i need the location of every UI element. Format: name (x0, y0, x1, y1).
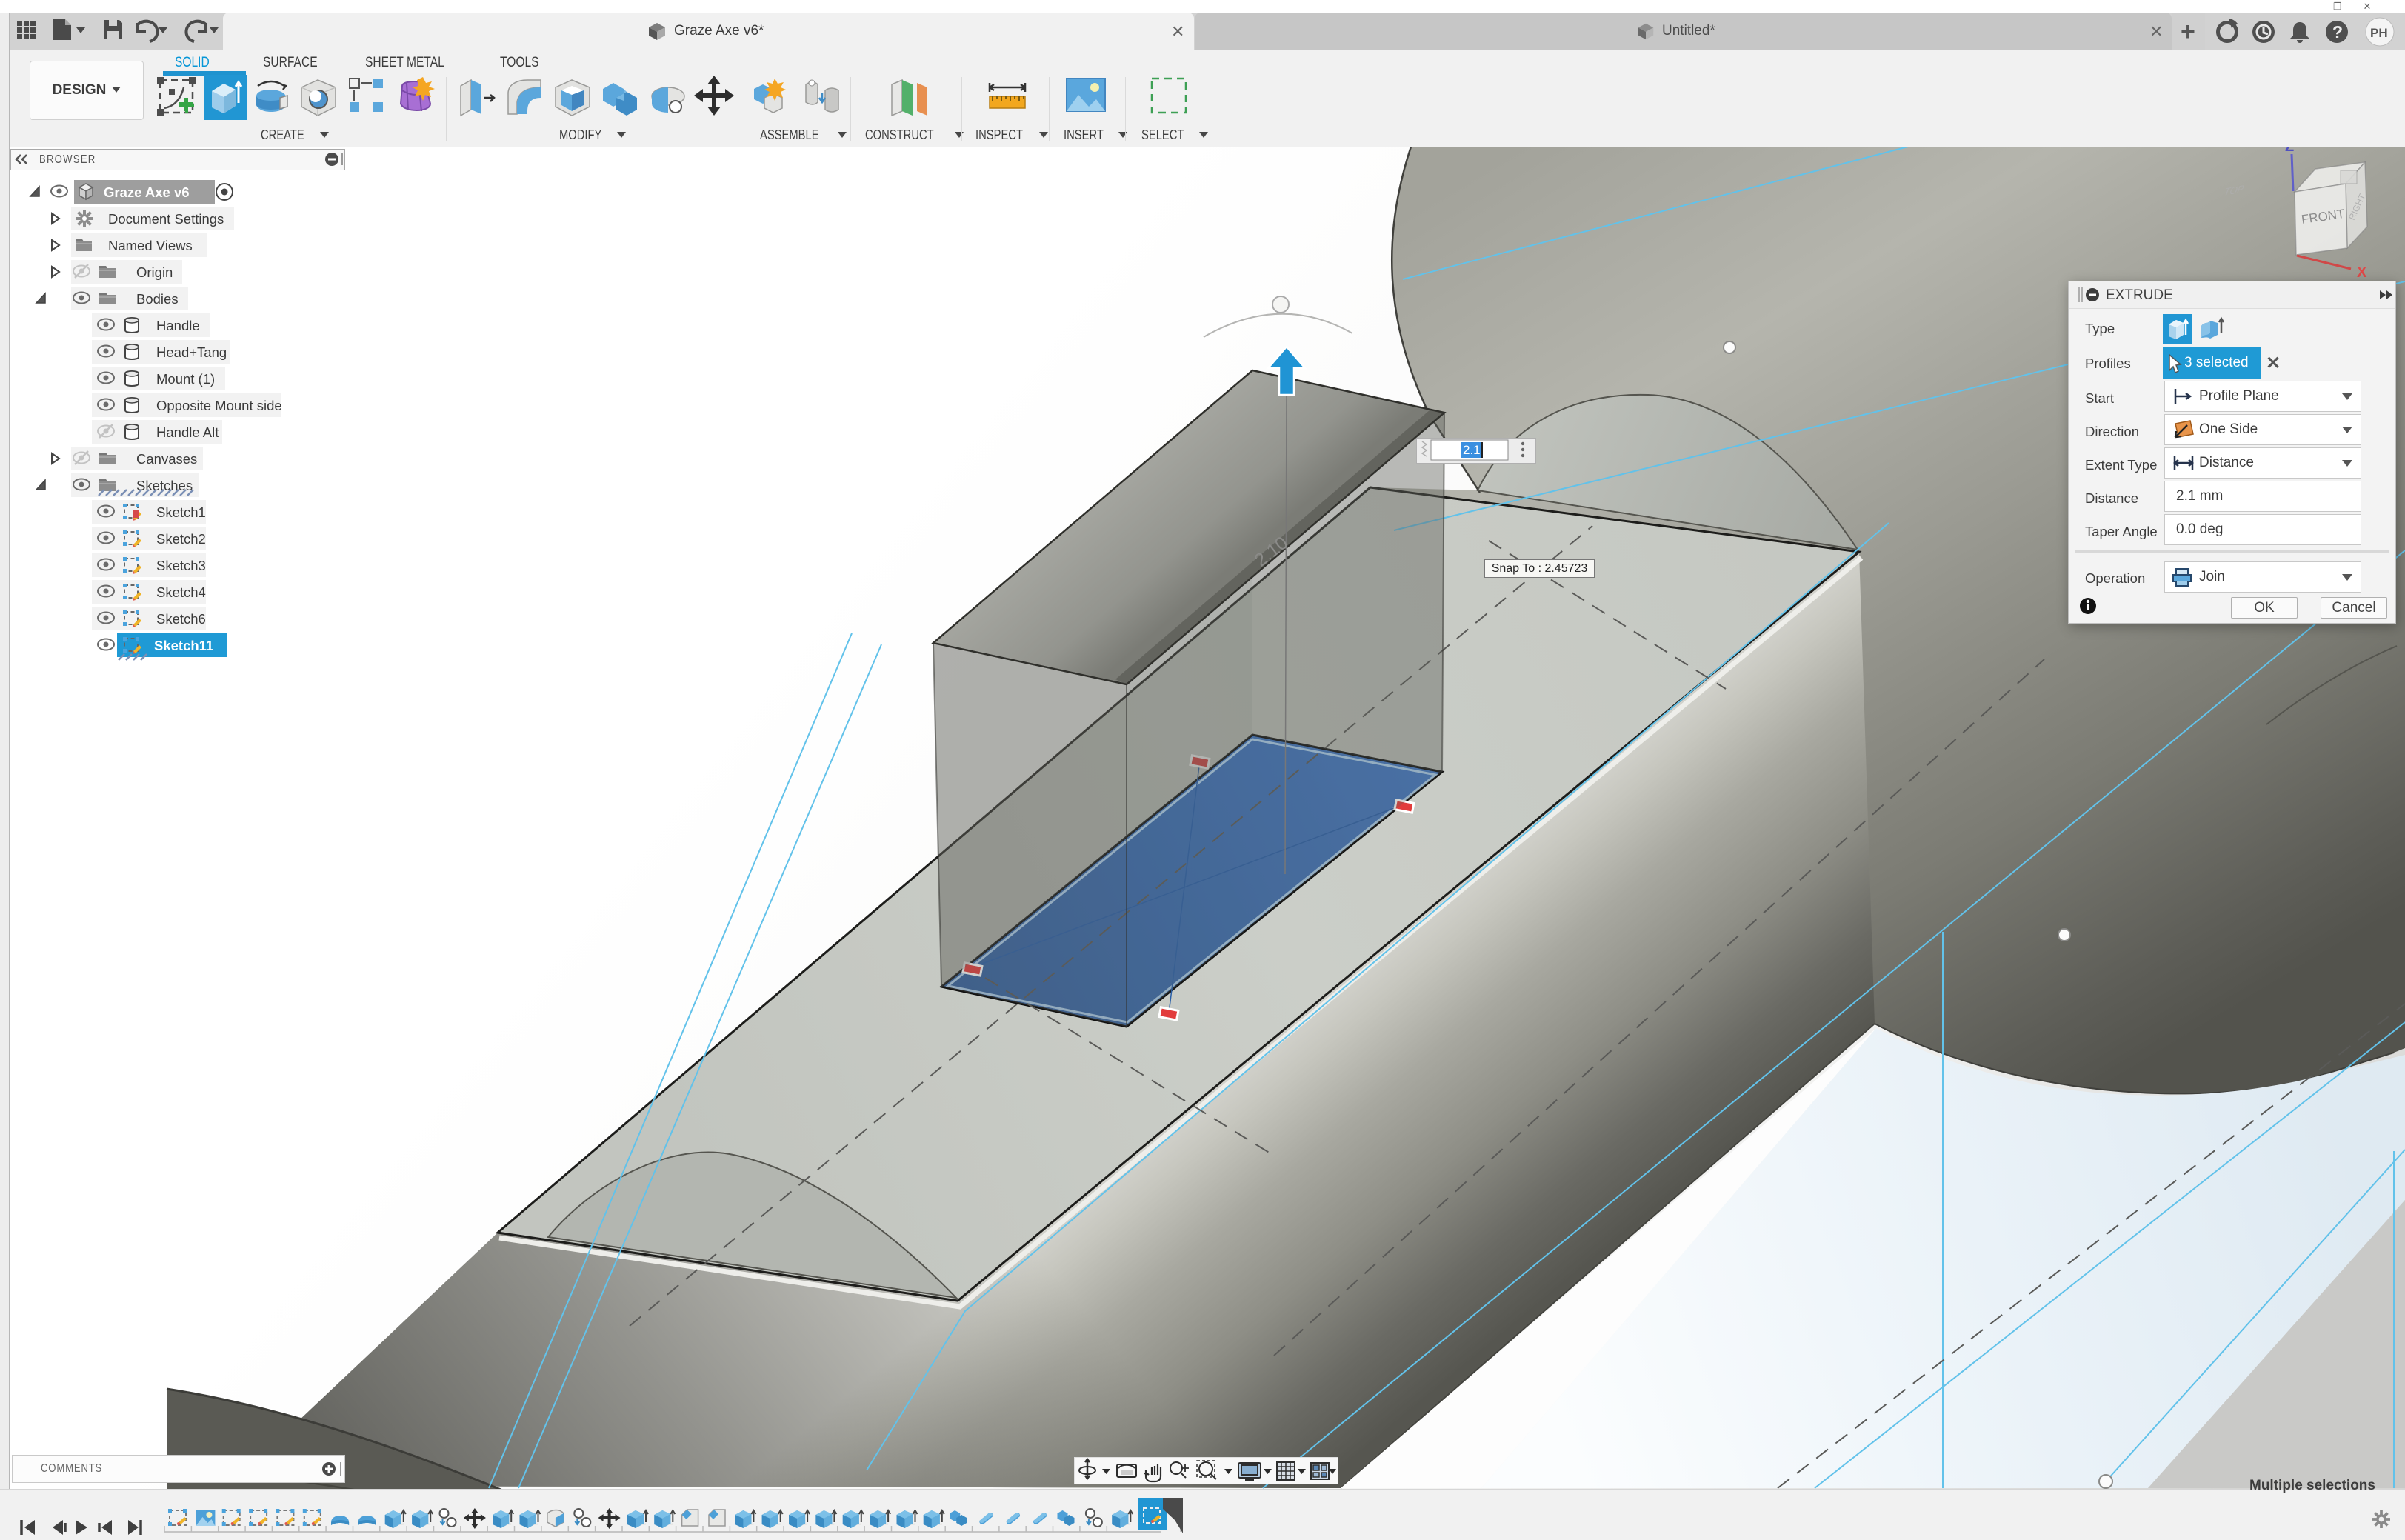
svg-text:?: ? (2332, 22, 2343, 41)
svg-text:Document Settings: Document Settings (108, 211, 224, 227)
svg-text:Sketch6: Sketch6 (156, 611, 206, 627)
svg-text:Graze Axe v6: Graze Axe v6 (104, 184, 190, 200)
svg-text:Bodies: Bodies (136, 291, 179, 307)
svg-text:Sketch11: Sketch11 (154, 638, 213, 653)
svg-text:Sketch1: Sketch1 (156, 504, 206, 520)
svg-text:Head+Tang: Head+Tang (156, 344, 227, 360)
svg-text:Named Views: Named Views (108, 238, 193, 253)
svg-text:Sketch4: Sketch4 (156, 584, 206, 600)
svg-text:Handle: Handle (156, 318, 200, 333)
svg-text:Sketch3: Sketch3 (156, 558, 206, 573)
svg-text:Canvases: Canvases (136, 451, 197, 467)
svg-text:Handle Alt: Handle Alt (156, 424, 219, 440)
svg-text:X: X (2357, 264, 2367, 281)
svg-text:Opposite Mount side: Opposite Mount side (156, 398, 282, 413)
svg-text:Origin: Origin (136, 264, 173, 280)
svg-text:PH: PH (2370, 26, 2388, 40)
svg-text:Mount (1): Mount (1) (156, 371, 215, 387)
svg-text:Sketch2: Sketch2 (156, 531, 206, 547)
svg-text:2.1: 2.1 (1463, 443, 1481, 457)
